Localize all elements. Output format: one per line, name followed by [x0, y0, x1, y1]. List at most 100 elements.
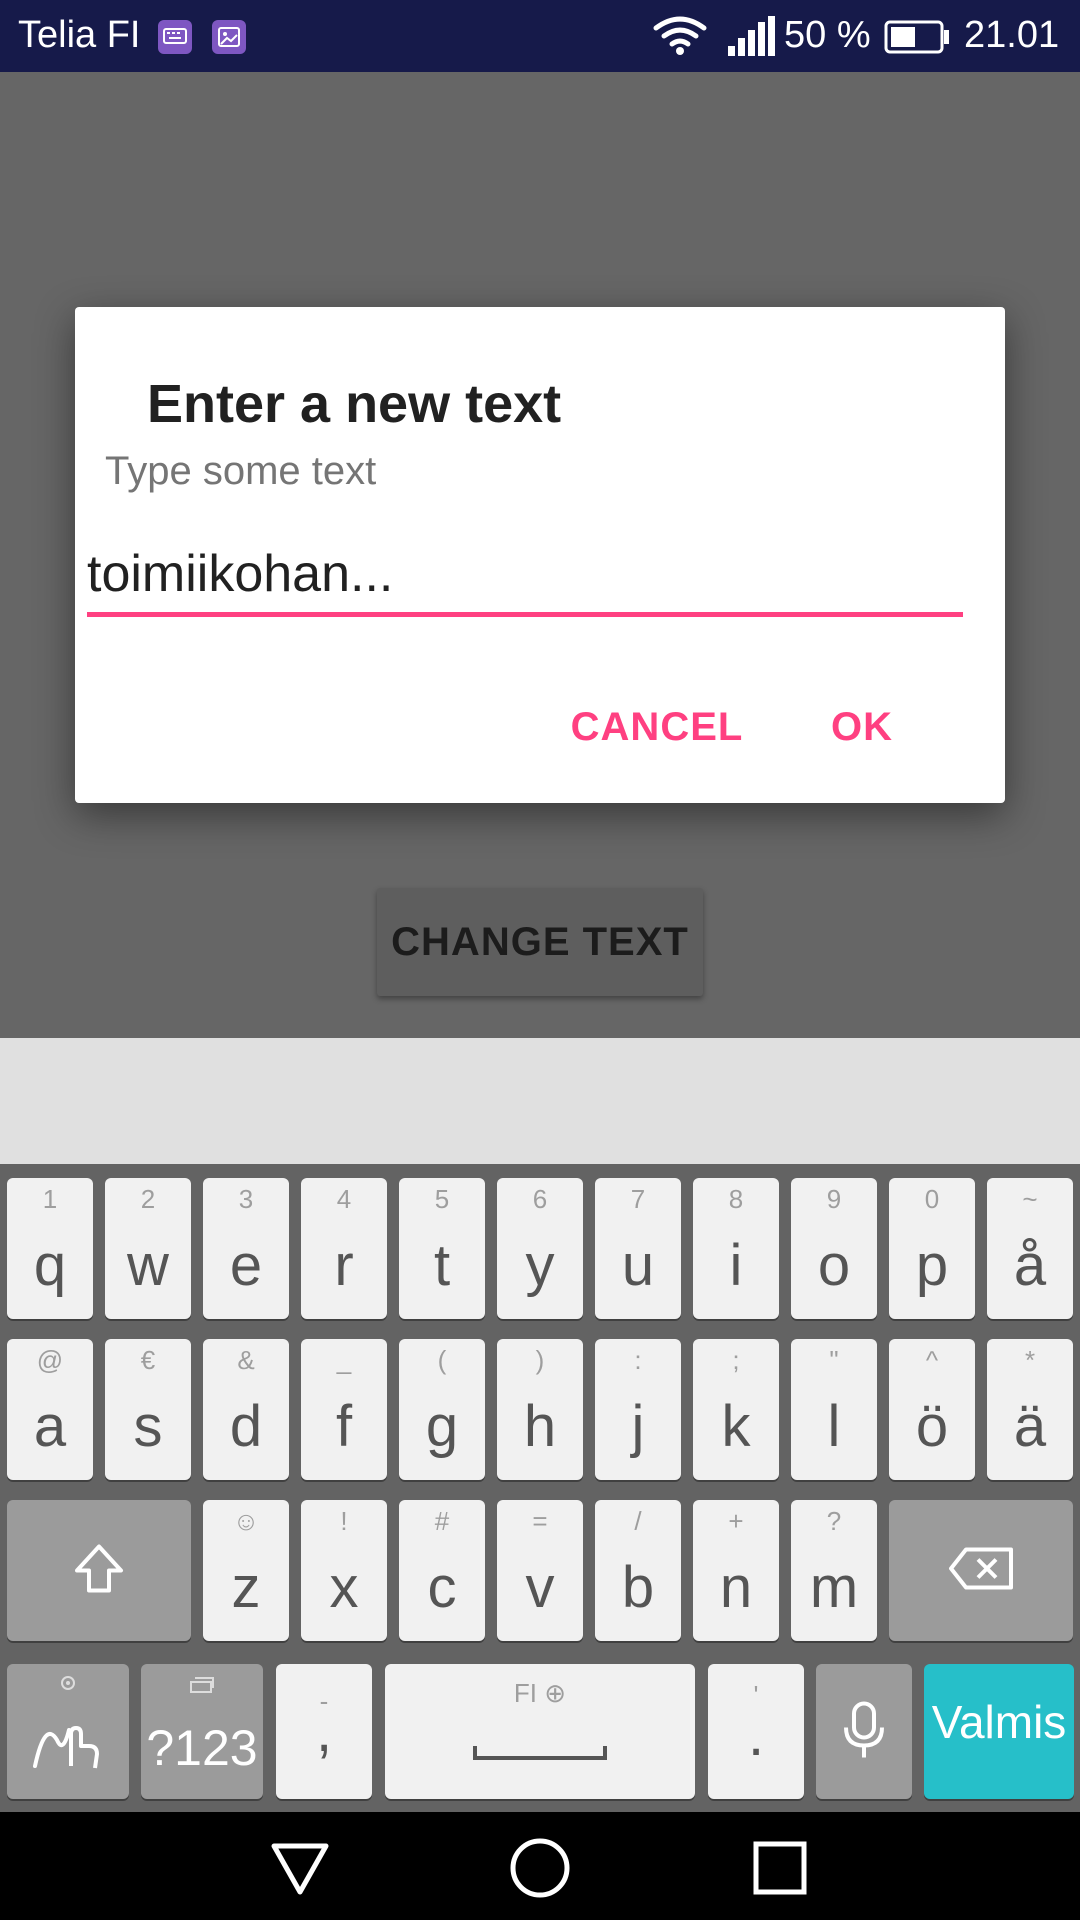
key-label: å: [1013, 1233, 1047, 1298]
key-b[interactable]: / b: [595, 1500, 681, 1641]
clipboard-icon: [189, 1676, 215, 1699]
back-icon[interactable]: [268, 1836, 332, 1900]
space-key-language-label: FI: [513, 1678, 538, 1708]
key-label: k: [721, 1394, 751, 1459]
key-hint: &: [237, 1345, 255, 1375]
battery-percent: 50 %: [784, 14, 871, 56]
home-icon[interactable]: [508, 1836, 572, 1900]
symbols-key-label: ?123: [146, 1720, 258, 1776]
key-ö[interactable]: ^ ö: [889, 1339, 975, 1480]
signal-icon: [728, 16, 776, 61]
shift-key[interactable]: [7, 1500, 191, 1641]
image-notification-icon: [212, 20, 246, 54]
text-input-field[interactable]: [87, 535, 963, 617]
shift-icon: [73, 1542, 125, 1599]
key-hint: 1: [42, 1184, 58, 1214]
keyboard-suggestion-strip: [0, 1038, 1080, 1164]
voice-input-key[interactable]: [816, 1664, 912, 1799]
key-f[interactable]: _ f: [301, 1339, 387, 1480]
key-j[interactable]: :j: [595, 1339, 681, 1480]
ok-button[interactable]: OK: [817, 687, 907, 767]
status-bar: Telia FI 50 % 21.01: [0, 0, 1080, 72]
carrier-name: Telia FI: [18, 14, 141, 56]
space-key[interactable]: FI ⊕: [385, 1664, 695, 1799]
key-x[interactable]: ! x: [301, 1500, 387, 1641]
space-key-language: FI ⊕: [385, 1678, 695, 1709]
key-c[interactable]: # c: [399, 1500, 485, 1641]
key-label: u: [621, 1233, 655, 1298]
key-hint: =: [532, 1506, 548, 1536]
key-hint: 5: [434, 1184, 450, 1214]
key-v[interactable]: = v: [497, 1500, 583, 1641]
backspace-key[interactable]: [889, 1500, 1073, 1641]
key-ä[interactable]: * ä: [987, 1339, 1073, 1480]
key-l[interactable]: " l: [791, 1339, 877, 1480]
period-key[interactable]: ' .: [708, 1664, 804, 1799]
recents-icon[interactable]: [748, 1836, 812, 1900]
key-hint: ~: [1022, 1184, 1038, 1214]
key-å[interactable]: ~ å: [987, 1178, 1073, 1319]
key-label: g: [425, 1394, 459, 1459]
key-p[interactable]: 0p: [889, 1178, 975, 1319]
key-t[interactable]: 5t: [399, 1178, 485, 1319]
key-s[interactable]: € s: [105, 1339, 191, 1480]
key-label: b: [621, 1555, 655, 1620]
key-u[interactable]: 7u: [595, 1178, 681, 1319]
key-hint: €: [140, 1345, 156, 1375]
key-label: t: [433, 1233, 451, 1298]
key-label: ö: [915, 1394, 949, 1459]
key-hint: +: [728, 1506, 744, 1536]
key-r[interactable]: 4r: [301, 1178, 387, 1319]
key-label: v: [525, 1555, 555, 1620]
key-hint: ;: [732, 1345, 740, 1375]
key-m[interactable]: ? m: [791, 1500, 877, 1641]
globe-icon: ⊕: [544, 1678, 567, 1708]
key-h[interactable]: ) h: [497, 1339, 583, 1480]
key-hint: 8: [728, 1184, 744, 1214]
key-label: j: [631, 1394, 645, 1459]
key-d[interactable]: & d: [203, 1339, 289, 1480]
key-o[interactable]: 9o: [791, 1178, 877, 1319]
key-e[interactable]: 3e: [203, 1178, 289, 1319]
settings-icon: [57, 1672, 79, 1699]
key-w[interactable]: 2w: [105, 1178, 191, 1319]
key-label: q: [33, 1233, 67, 1298]
change-text-button[interactable]: CHANGE TEXT: [377, 888, 703, 996]
dialog-message: Type some text: [105, 449, 377, 493]
backspace-icon: [948, 1546, 1014, 1595]
key-i[interactable]: 8i: [693, 1178, 779, 1319]
key-label: s: [133, 1394, 163, 1459]
done-key[interactable]: Valmis: [924, 1664, 1074, 1799]
navigation-bar: [0, 1812, 1080, 1920]
key-label: f: [335, 1394, 353, 1459]
key-label: e: [229, 1233, 263, 1298]
key-label: a: [33, 1394, 67, 1459]
key-g[interactable]: (g: [399, 1339, 485, 1480]
key-hint: ": [829, 1345, 839, 1375]
key-a[interactable]: @ a: [7, 1339, 93, 1480]
key-n[interactable]: + n: [693, 1500, 779, 1641]
comma-key[interactable]: - ,: [276, 1664, 372, 1799]
space-bar-icon: [473, 1742, 607, 1767]
key-label: r: [334, 1233, 354, 1298]
key-label: c: [427, 1555, 457, 1620]
clock: 21.01: [964, 14, 1060, 56]
key-hint: ): [535, 1345, 545, 1375]
handwriting-key[interactable]: [7, 1664, 129, 1799]
key-hint: !: [340, 1506, 348, 1536]
key-hint: 4: [336, 1184, 352, 1214]
key-hint: ☺: [232, 1506, 260, 1536]
key-hint: /: [634, 1506, 642, 1536]
key-k[interactable]: ; k: [693, 1339, 779, 1480]
key-y[interactable]: 6y: [497, 1178, 583, 1319]
keyboard-notification-icon: [158, 20, 192, 54]
key-label: n: [719, 1555, 753, 1620]
key-label: z: [231, 1555, 261, 1620]
key-z[interactable]: ☺ z: [203, 1500, 289, 1641]
handwriting-icon: [31, 1710, 105, 1779]
battery-icon: [884, 20, 950, 59]
key-label: y: [525, 1233, 555, 1298]
cancel-button[interactable]: CANCEL: [567, 687, 747, 767]
symbols-key[interactable]: ?123: [141, 1664, 263, 1799]
key-q[interactable]: 1q: [7, 1178, 93, 1319]
